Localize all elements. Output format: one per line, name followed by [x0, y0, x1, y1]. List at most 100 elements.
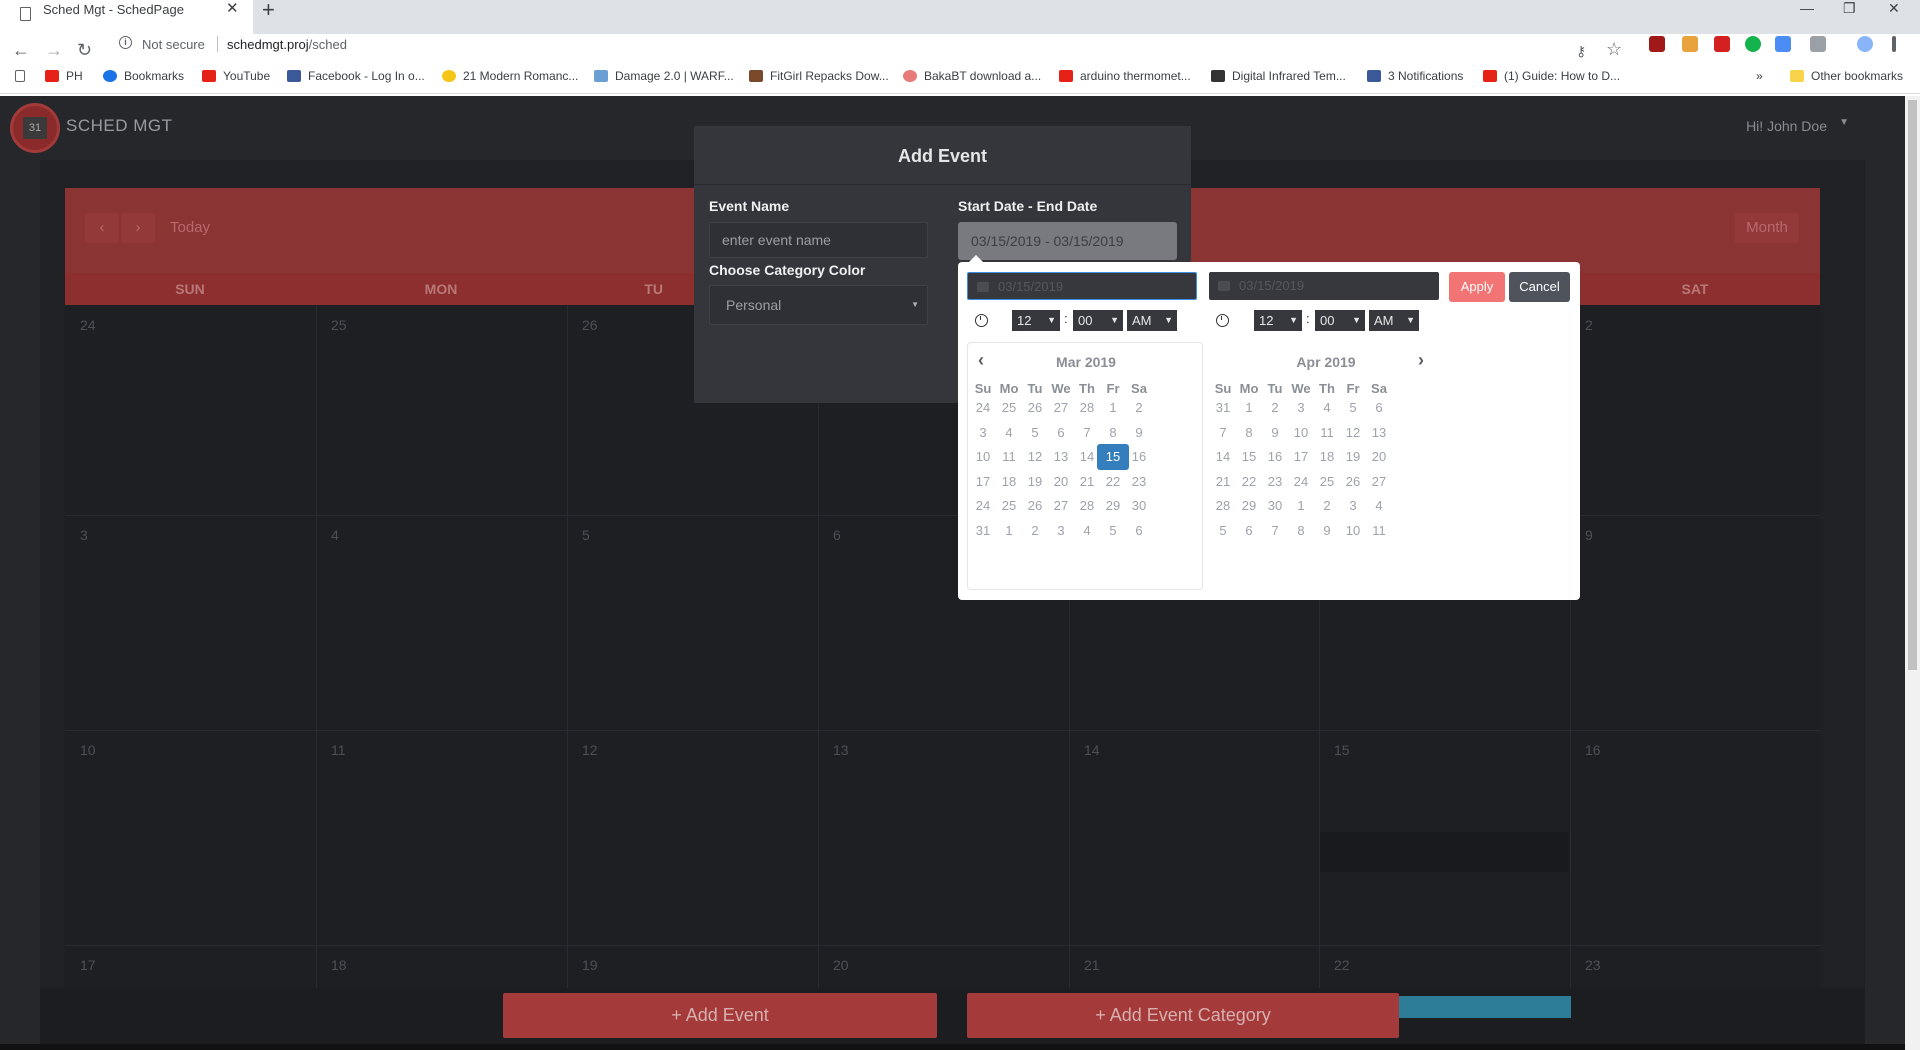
day-number[interactable]: 4	[331, 527, 339, 543]
forward-icon[interactable]: →	[45, 41, 63, 59]
more-bookmarks-icon[interactable]: »	[1756, 68, 1763, 84]
bookmark-item[interactable]: Digital Infrared Tem...	[1211, 68, 1346, 84]
day-number[interactable]: 19	[582, 957, 598, 973]
bookmark-item[interactable]: FitGirl Repacks Dow...	[749, 68, 889, 84]
minimize-icon[interactable]: —	[1800, 0, 1814, 16]
bookmark-item[interactable]: PH	[45, 68, 83, 84]
day-number[interactable]: 20	[833, 957, 849, 973]
url-text[interactable]: schedmgt.proj/sched	[227, 37, 347, 52]
day-number[interactable]: 16	[1585, 742, 1601, 758]
day-cell[interactable]: 13	[1363, 420, 1395, 446]
app-brand[interactable]: SCHED MGT	[66, 116, 173, 136]
today-button[interactable]: Today	[165, 213, 215, 243]
day-cell[interactable]: 6	[1363, 395, 1395, 421]
day-cell[interactable]: 11	[1363, 518, 1395, 544]
day-number[interactable]: 13	[833, 742, 849, 758]
bookmark-item[interactable]: Bookmarks	[103, 68, 184, 84]
new-tab-button[interactable]: +	[262, 0, 275, 21]
next-month-icon[interactable]: ›	[1418, 350, 1424, 371]
day-number[interactable]: 10	[80, 742, 96, 758]
start-date-input[interactable]: 03/15/2019	[967, 272, 1197, 300]
end-minute-select[interactable]: 00 ▼	[1315, 310, 1365, 331]
page-scrollbar[interactable]	[1905, 96, 1920, 1050]
close-window-icon[interactable]: ✕	[1888, 0, 1900, 16]
day-cell[interactable]: 9	[1123, 420, 1155, 446]
day-number[interactable]: 21	[1084, 957, 1100, 973]
reload-icon[interactable]: ↻	[77, 41, 92, 59]
event-name-input[interactable]: enter event name	[709, 222, 928, 258]
day-number[interactable]: 24	[80, 317, 96, 333]
calendar-event[interactable]	[1398, 996, 1571, 1018]
category-color-select[interactable]: Personal ▼	[709, 285, 928, 325]
day-number[interactable]: 22	[1334, 957, 1350, 973]
star-icon[interactable]: ☆	[1606, 40, 1622, 58]
info-icon[interactable]: i	[119, 36, 132, 49]
apply-button[interactable]: Apply	[1449, 272, 1505, 302]
add-event-button[interactable]: + Add Event	[503, 993, 937, 1038]
extension-icon[interactable]	[1714, 36, 1730, 52]
day-cell[interactable]: 4	[1363, 493, 1395, 519]
day-number[interactable]: 26	[582, 317, 598, 333]
grid-line	[65, 730, 1820, 731]
start-hour-select[interactable]: 12 ▼	[1012, 310, 1060, 331]
day-cell[interactable]: 23	[1123, 469, 1155, 495]
bookmark-item[interactable]: 21 Modern Romanc...	[442, 68, 578, 84]
cancel-button[interactable]: Cancel	[1509, 272, 1570, 302]
day-number[interactable]: 15	[1334, 742, 1350, 758]
bookmark-item[interactable]: 3 Notifications	[1367, 68, 1463, 84]
day-number[interactable]: 9	[1585, 527, 1593, 543]
vimium-icon[interactable]	[1810, 36, 1826, 52]
end-date-input[interactable]: 03/15/2019	[1209, 272, 1439, 300]
day-cell[interactable]: 2	[1123, 395, 1155, 421]
month-view-button[interactable]: Month	[1735, 213, 1799, 243]
day-number[interactable]: 3	[80, 527, 88, 543]
bookmark-item[interactable]: arduino thermomet...	[1059, 68, 1191, 84]
prev-month-button[interactable]: ‹	[85, 213, 119, 243]
menu-icon[interactable]	[1892, 36, 1896, 52]
avatar[interactable]	[1857, 36, 1873, 52]
day-number[interactable]: 25	[331, 317, 347, 333]
day-number[interactable]: 14	[1084, 742, 1100, 758]
day-number[interactable]: 2	[1585, 317, 1593, 333]
user-menu[interactable]: Hi! John Doe	[1746, 118, 1827, 134]
next-month-button[interactable]: ›	[121, 213, 155, 243]
day-number[interactable]: 6	[833, 527, 841, 543]
date-range-input[interactable]: 03/15/2019 - 03/15/2019	[958, 222, 1177, 260]
key-icon[interactable]: ⚷	[1576, 42, 1586, 60]
ublock-icon[interactable]	[1649, 36, 1665, 52]
day-number[interactable]: 12	[582, 742, 598, 758]
day-cell[interactable]: 30	[1123, 493, 1155, 519]
bookmark-item[interactable]: BakaBT download a...	[903, 68, 1041, 84]
day-number[interactable]: 5	[582, 527, 590, 543]
other-bookmarks[interactable]: Other bookmarks	[1790, 68, 1903, 84]
start-minute-select[interactable]: 00 ▼	[1073, 310, 1123, 331]
bookmark-item[interactable]: Facebook - Log In o...	[287, 68, 425, 84]
day-number[interactable]: 18	[331, 957, 347, 973]
apps-icon[interactable]	[15, 68, 32, 84]
day-number[interactable]: 11	[331, 742, 346, 758]
scrollbar-thumb[interactable]	[1908, 100, 1917, 670]
day-number[interactable]: 17	[80, 957, 96, 973]
caret-down-icon[interactable]: ▼	[1839, 117, 1849, 128]
end-hour-select[interactable]: 12 ▼	[1254, 310, 1302, 331]
day-cell[interactable]: 16	[1123, 444, 1155, 470]
day-cell[interactable]: 27	[1363, 469, 1395, 495]
bookmark-item[interactable]: Damage 2.0 | WARF...	[594, 68, 734, 84]
close-tab-icon[interactable]: ✕	[226, 0, 239, 18]
address-bar[interactable]: i Not secure schedmgt.proj/sched	[110, 34, 1640, 56]
browser-tab[interactable]: Sched Mgt - SchedPage ✕	[0, 0, 253, 34]
day-cell[interactable]: 20	[1363, 444, 1395, 470]
app-logo[interactable]: 31	[10, 103, 60, 153]
grammarly-icon[interactable]	[1745, 36, 1761, 52]
back-icon[interactable]: ←	[12, 41, 30, 59]
extension-icon[interactable]	[1682, 36, 1698, 52]
day-number[interactable]: 23	[1585, 957, 1601, 973]
chrome-extension-icon[interactable]	[1775, 36, 1791, 52]
bookmark-item[interactable]: YouTube	[202, 68, 270, 84]
end-ampm-select[interactable]: AM ▼	[1369, 310, 1419, 331]
day-cell[interactable]: 6	[1123, 518, 1155, 544]
bookmark-item[interactable]: (1) Guide: How to D...	[1483, 68, 1620, 84]
restore-icon[interactable]: ❐	[1843, 0, 1856, 16]
add-event-category-button[interactable]: + Add Event Category	[967, 993, 1399, 1038]
start-ampm-select[interactable]: AM ▼	[1127, 310, 1177, 331]
